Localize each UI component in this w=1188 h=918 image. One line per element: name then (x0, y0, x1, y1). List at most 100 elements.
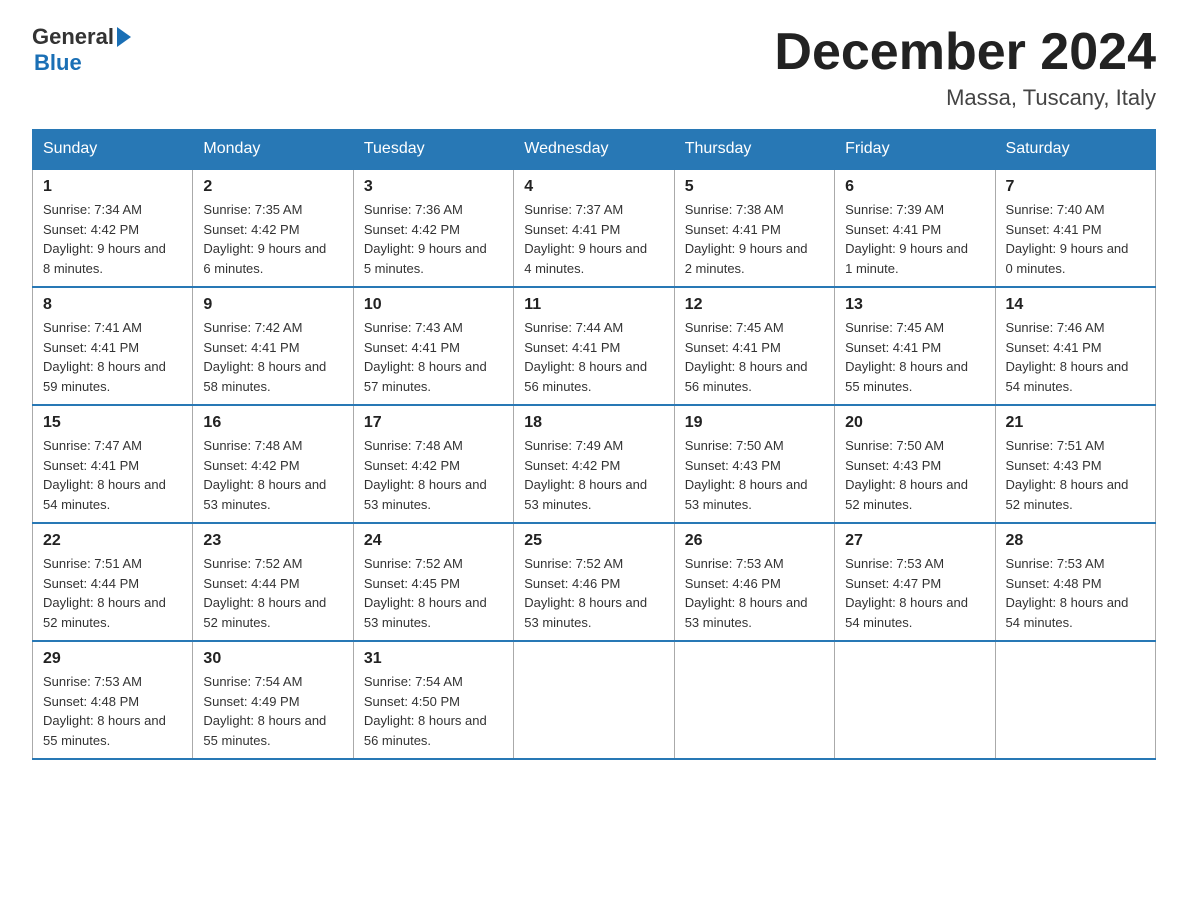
day-number: 7 (1006, 178, 1145, 196)
day-number: 28 (1006, 532, 1145, 550)
day-number: 14 (1006, 296, 1145, 314)
day-info: Sunrise: 7:53 AMSunset: 4:47 PMDaylight:… (845, 554, 984, 632)
day-number: 20 (845, 414, 984, 432)
day-info: Sunrise: 7:35 AMSunset: 4:42 PMDaylight:… (203, 200, 342, 278)
day-number: 13 (845, 296, 984, 314)
day-number: 21 (1006, 414, 1145, 432)
day-number: 17 (364, 414, 503, 432)
logo-triangle-icon (117, 27, 131, 47)
day-number: 24 (364, 532, 503, 550)
calendar-cell: 31 Sunrise: 7:54 AMSunset: 4:50 PMDayligh… (353, 641, 513, 759)
day-number: 31 (364, 650, 503, 668)
title-area: December 2024 Massa, Tuscany, Italy (774, 24, 1156, 111)
header-saturday: Saturday (995, 130, 1155, 170)
day-info: Sunrise: 7:54 AMSunset: 4:49 PMDaylight:… (203, 672, 342, 750)
logo-blue-text: Blue (32, 50, 82, 76)
day-number: 8 (43, 296, 182, 314)
header-thursday: Thursday (674, 130, 834, 170)
calendar-header-row: SundayMondayTuesdayWednesdayThursdayFrid… (33, 130, 1156, 170)
day-info: Sunrise: 7:48 AMSunset: 4:42 PMDaylight:… (203, 436, 342, 514)
day-info: Sunrise: 7:50 AMSunset: 4:43 PMDaylight:… (685, 436, 824, 514)
day-info: Sunrise: 7:43 AMSunset: 4:41 PMDaylight:… (364, 318, 503, 396)
calendar-cell: 29Sunrise: 7:53 AMSunset: 4:48 PMDayligh… (33, 641, 193, 759)
day-info: Sunrise: 7:52 AMSunset: 4:46 PMDaylight:… (524, 554, 663, 632)
day-number: 16 (203, 414, 342, 432)
day-info: Sunrise: 7:50 AMSunset: 4:43 PMDaylight:… (845, 436, 984, 514)
calendar-cell: 14 Sunrise: 7:46 AMSunset: 4:41 PMDayligh… (995, 287, 1155, 405)
day-number: 27 (845, 532, 984, 550)
day-number: 29 (43, 650, 182, 668)
day-info: Sunrise: 7:39 AMSunset: 4:41 PMDaylight:… (845, 200, 984, 278)
calendar-cell: 12Sunrise: 7:45 AMSunset: 4:41 PMDayligh… (674, 287, 834, 405)
day-info: Sunrise: 7:44 AMSunset: 4:41 PMDaylight:… (524, 318, 663, 396)
day-number: 22 (43, 532, 182, 550)
calendar-cell: 16 Sunrise: 7:48 AMSunset: 4:42 PMDayligh… (193, 405, 353, 523)
calendar-cell: 26 Sunrise: 7:53 AMSunset: 4:46 PMDayligh… (674, 523, 834, 641)
day-number: 4 (524, 178, 663, 196)
calendar-cell: 13 Sunrise: 7:45 AMSunset: 4:41 PMDayligh… (835, 287, 995, 405)
day-info: Sunrise: 7:53 AMSunset: 4:46 PMDaylight:… (685, 554, 824, 632)
calendar-cell: 28 Sunrise: 7:53 AMSunset: 4:48 PMDayligh… (995, 523, 1155, 641)
day-number: 15 (43, 414, 182, 432)
header-wednesday: Wednesday (514, 130, 674, 170)
calendar-cell: 7 Sunrise: 7:40 AMSunset: 4:41 PMDaylight… (995, 169, 1155, 287)
day-number: 9 (203, 296, 342, 314)
calendar-cell: 30Sunrise: 7:54 AMSunset: 4:49 PMDayligh… (193, 641, 353, 759)
day-number: 26 (685, 532, 824, 550)
day-info: Sunrise: 7:46 AMSunset: 4:41 PMDaylight:… (1006, 318, 1145, 396)
day-info: Sunrise: 7:41 AMSunset: 4:41 PMDaylight:… (43, 318, 182, 396)
day-info: Sunrise: 7:42 AMSunset: 4:41 PMDaylight:… (203, 318, 342, 396)
calendar-cell: 1 Sunrise: 7:34 AMSunset: 4:42 PMDaylight… (33, 169, 193, 287)
day-info: Sunrise: 7:51 AMSunset: 4:44 PMDaylight:… (43, 554, 182, 632)
day-number: 6 (845, 178, 984, 196)
calendar-cell: 18Sunrise: 7:49 AMSunset: 4:42 PMDayligh… (514, 405, 674, 523)
calendar-cell: 3Sunrise: 7:36 AMSunset: 4:42 PMDaylight… (353, 169, 513, 287)
calendar-cell (674, 641, 834, 759)
day-number: 25 (524, 532, 663, 550)
day-info: Sunrise: 7:45 AMSunset: 4:41 PMDaylight:… (845, 318, 984, 396)
day-info: Sunrise: 7:47 AMSunset: 4:41 PMDaylight:… (43, 436, 182, 514)
calendar-week-row: 8 Sunrise: 7:41 AMSunset: 4:41 PMDaylight… (33, 287, 1156, 405)
header-sunday: Sunday (33, 130, 193, 170)
calendar-cell: 2Sunrise: 7:35 AMSunset: 4:42 PMDaylight… (193, 169, 353, 287)
day-info: Sunrise: 7:52 AMSunset: 4:44 PMDaylight:… (203, 554, 342, 632)
day-number: 23 (203, 532, 342, 550)
day-number: 1 (43, 178, 182, 196)
calendar-cell: 9 Sunrise: 7:42 AMSunset: 4:41 PMDaylight… (193, 287, 353, 405)
calendar-table: SundayMondayTuesdayWednesdayThursdayFrid… (32, 129, 1156, 760)
day-info: Sunrise: 7:52 AMSunset: 4:45 PMDaylight:… (364, 554, 503, 632)
day-info: Sunrise: 7:53 AMSunset: 4:48 PMDaylight:… (1006, 554, 1145, 632)
day-info: Sunrise: 7:51 AMSunset: 4:43 PMDaylight:… (1006, 436, 1145, 514)
header-monday: Monday (193, 130, 353, 170)
day-info: Sunrise: 7:34 AMSunset: 4:42 PMDaylight:… (43, 200, 182, 278)
calendar-cell: 6 Sunrise: 7:39 AMSunset: 4:41 PMDaylight… (835, 169, 995, 287)
calendar-cell: 5Sunrise: 7:38 AMSunset: 4:41 PMDaylight… (674, 169, 834, 287)
calendar-cell: 17Sunrise: 7:48 AMSunset: 4:42 PMDayligh… (353, 405, 513, 523)
day-info: Sunrise: 7:37 AMSunset: 4:41 PMDaylight:… (524, 200, 663, 278)
page-header: General Blue December 2024 Massa, Tuscan… (32, 24, 1156, 111)
day-number: 10 (364, 296, 503, 314)
calendar-cell: 22 Sunrise: 7:51 AMSunset: 4:44 PMDayligh… (33, 523, 193, 641)
calendar-week-row: 29Sunrise: 7:53 AMSunset: 4:48 PMDayligh… (33, 641, 1156, 759)
logo-general-text: General (32, 24, 114, 50)
location-subtitle: Massa, Tuscany, Italy (774, 85, 1156, 111)
calendar-week-row: 15 Sunrise: 7:47 AMSunset: 4:41 PMDayligh… (33, 405, 1156, 523)
header-tuesday: Tuesday (353, 130, 513, 170)
header-friday: Friday (835, 130, 995, 170)
day-info: Sunrise: 7:54 AMSunset: 4:50 PMDaylight:… (364, 672, 503, 750)
calendar-cell: 25 Sunrise: 7:52 AMSunset: 4:46 PMDayligh… (514, 523, 674, 641)
calendar-cell: 11Sunrise: 7:44 AMSunset: 4:41 PMDayligh… (514, 287, 674, 405)
calendar-cell: 19 Sunrise: 7:50 AMSunset: 4:43 PMDayligh… (674, 405, 834, 523)
calendar-cell: 8 Sunrise: 7:41 AMSunset: 4:41 PMDaylight… (33, 287, 193, 405)
day-number: 18 (524, 414, 663, 432)
day-info: Sunrise: 7:40 AMSunset: 4:41 PMDaylight:… (1006, 200, 1145, 278)
logo: General Blue (32, 24, 131, 76)
calendar-cell (995, 641, 1155, 759)
calendar-cell: 21 Sunrise: 7:51 AMSunset: 4:43 PMDayligh… (995, 405, 1155, 523)
calendar-cell (835, 641, 995, 759)
calendar-week-row: 1 Sunrise: 7:34 AMSunset: 4:42 PMDaylight… (33, 169, 1156, 287)
calendar-cell: 20 Sunrise: 7:50 AMSunset: 4:43 PMDayligh… (835, 405, 995, 523)
day-number: 12 (685, 296, 824, 314)
day-info: Sunrise: 7:36 AMSunset: 4:42 PMDaylight:… (364, 200, 503, 278)
day-number: 19 (685, 414, 824, 432)
